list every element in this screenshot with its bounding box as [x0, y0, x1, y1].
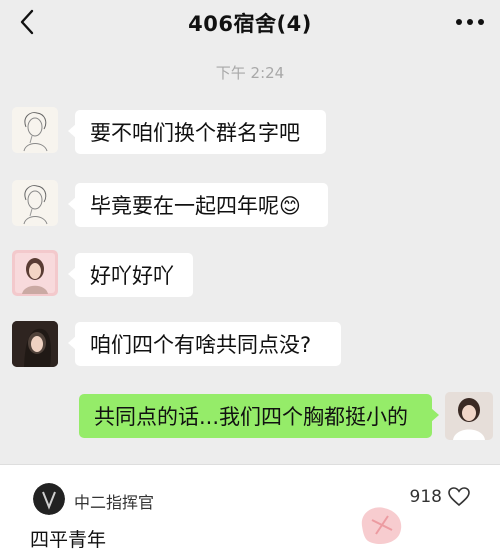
- message-bubble[interactable]: 咱们四个有啥共同点没?: [68, 322, 341, 366]
- sketch-portrait-avatar[interactable]: [12, 180, 58, 226]
- ellipsis-icon: [456, 19, 484, 25]
- more-button[interactable]: [454, 8, 486, 36]
- message-bubble[interactable]: 好吖好吖: [68, 253, 193, 297]
- message-bubble[interactable]: 毕竟要在一起四年呢😊: [68, 183, 328, 227]
- message-timestamp: 下午 2:24: [215, 64, 285, 82]
- chat-title: 406宿舍(4): [188, 12, 312, 36]
- sketch-portrait-avatar[interactable]: [12, 107, 58, 153]
- message-bubble[interactable]: 要不咱们换个群名字吧: [68, 110, 326, 154]
- watermark-stamp: [354, 500, 410, 550]
- message-text: 毕竟要在一起四年呢😊: [90, 194, 301, 218]
- comment-text: 四平青年: [30, 529, 107, 551]
- dark-hair-portrait-avatar[interactable]: [12, 321, 58, 367]
- commenter-avatar[interactable]: [33, 483, 65, 515]
- message-text: 咱们四个有啥共同点没?: [90, 333, 312, 357]
- message-text: 好吖好吖: [90, 264, 174, 288]
- self-portrait-avatar[interactable]: [445, 392, 493, 440]
- heart-outline-icon: [448, 487, 470, 507]
- like-button[interactable]: 918: [410, 487, 470, 507]
- comment-card: 中二指挥官 918 四平青年: [0, 464, 500, 556]
- pink-portrait-avatar[interactable]: [12, 250, 58, 296]
- commenter-username[interactable]: 中二指挥官: [74, 489, 154, 513]
- chevron-left-icon: [20, 9, 34, 35]
- message-bubble[interactable]: 共同点的话...我们四个胸都挺小的: [79, 394, 439, 438]
- message-text: 要不咱们换个群名字吧: [90, 121, 300, 145]
- chat-header: 406宿舍(4): [0, 0, 500, 46]
- message-text: 共同点的话...我们四个胸都挺小的: [94, 405, 409, 429]
- like-count: 918: [409, 487, 442, 507]
- back-button[interactable]: [14, 7, 40, 37]
